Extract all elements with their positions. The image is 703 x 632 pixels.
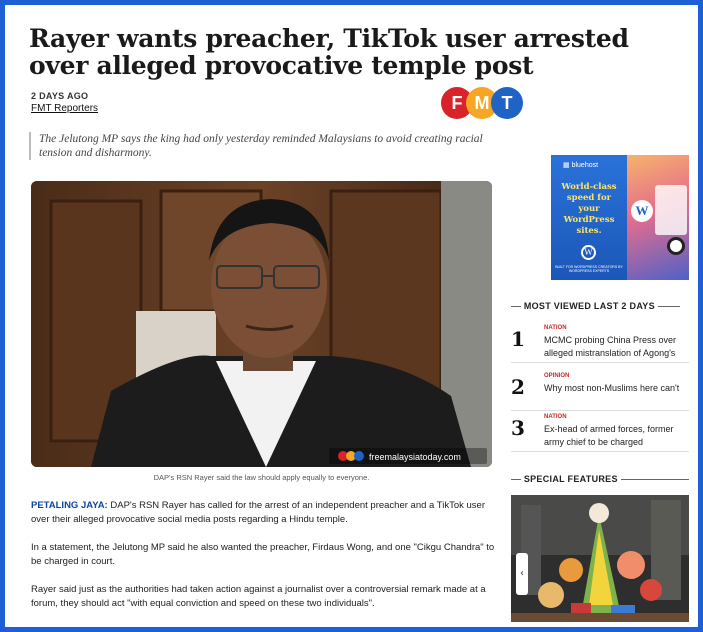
most-viewed-heading-text: MOST VIEWED LAST 2 DAYS	[523, 301, 655, 311]
heading-rule-right	[620, 479, 689, 481]
ad-image: W	[627, 155, 689, 280]
fmt-logo-t: T	[491, 87, 523, 119]
article-standfirst: The Jelutong MP says the king had only y…	[29, 132, 489, 160]
special-features-heading: SPECIAL FEATURES	[511, 474, 689, 484]
ad-panel: ▦ bluehost World-class speed for your Wo…	[551, 155, 627, 280]
ad-tagline: World-class speed for your WordPress sit…	[561, 182, 617, 236]
article-link[interactable]: Ex-head of armed forces, former army chi…	[544, 423, 689, 449]
category-tag[interactable]: OPINION	[544, 373, 569, 379]
bluehost-ad[interactable]: ▦ bluehost World-class speed for your Wo…	[551, 155, 689, 280]
special-features-heading-text: SPECIAL FEATURES	[523, 474, 618, 484]
article-photo[interactable]: freemalaysiatoday.com	[31, 181, 492, 467]
photo-watermark: freemalaysiatoday.com	[369, 452, 461, 462]
ad-brand-text: bluehost	[571, 162, 599, 169]
grid-icon: ▦	[563, 162, 570, 169]
category-tag[interactable]: NATION	[544, 414, 567, 420]
wordpress-icon: W	[581, 245, 596, 260]
article-paragraph-1: PETALING JAYA: DAP's RSN Rayer has calle…	[31, 499, 501, 527]
rank-number: 3	[511, 416, 525, 440]
article-date: 2 DAYS AGO	[31, 91, 89, 101]
most-viewed-heading: MOST VIEWED LAST 2 DAYS	[511, 301, 680, 311]
wordpress-logo-icon: W	[631, 200, 653, 222]
feature-illustration	[511, 495, 689, 622]
article-paragraph-2: In a statement, the Jelutong MP said he …	[31, 542, 495, 567]
heading-rule-left	[511, 306, 521, 308]
article-link[interactable]: MCMC probing China Press over alleged mi…	[544, 334, 689, 362]
ad-footer: BUILT FOR WORDPRESS CREATORS BY WORDPRES…	[555, 265, 623, 273]
author-link[interactable]: FMT Reporters	[31, 103, 98, 114]
ad-window-graphic	[655, 185, 687, 235]
photo-illustration: freemalaysiatoday.com	[31, 181, 492, 467]
category-tag[interactable]: NATION	[544, 325, 567, 331]
article-headline: Rayer wants preacher, TikTok user arrest…	[29, 24, 629, 80]
heading-rule-right	[657, 306, 680, 308]
ad-brand: ▦ bluehost	[563, 161, 598, 169]
page-frame: Rayer wants preacher, TikTok user arrest…	[0, 0, 703, 632]
heading-rule-left	[511, 479, 521, 481]
fmt-logo[interactable]: F M T	[441, 87, 523, 121]
most-viewed-item[interactable]: 1 NATION MCMC probing China Press over a…	[511, 323, 689, 363]
article-dateline: PETALING JAYA:	[31, 500, 108, 511]
article-link[interactable]: Why most non-Muslims here can't	[544, 382, 689, 395]
rank-number: 1	[511, 327, 525, 351]
most-viewed-item[interactable]: 3 NATION Ex-head of armed forces, former…	[511, 412, 689, 452]
rank-number: 2	[511, 375, 525, 399]
chevron-left-icon[interactable]: ‹	[516, 553, 528, 595]
most-viewed-item[interactable]: 2 OPINION Why most non-Muslims here can'…	[511, 371, 689, 411]
photo-caption: DAP's RSN Rayer said the law should appl…	[153, 473, 370, 482]
article-paragraph-3: Rayer said just as the authorities had t…	[31, 584, 486, 609]
speed-gauge-icon	[667, 237, 685, 255]
special-feature-image[interactable]	[511, 495, 689, 622]
